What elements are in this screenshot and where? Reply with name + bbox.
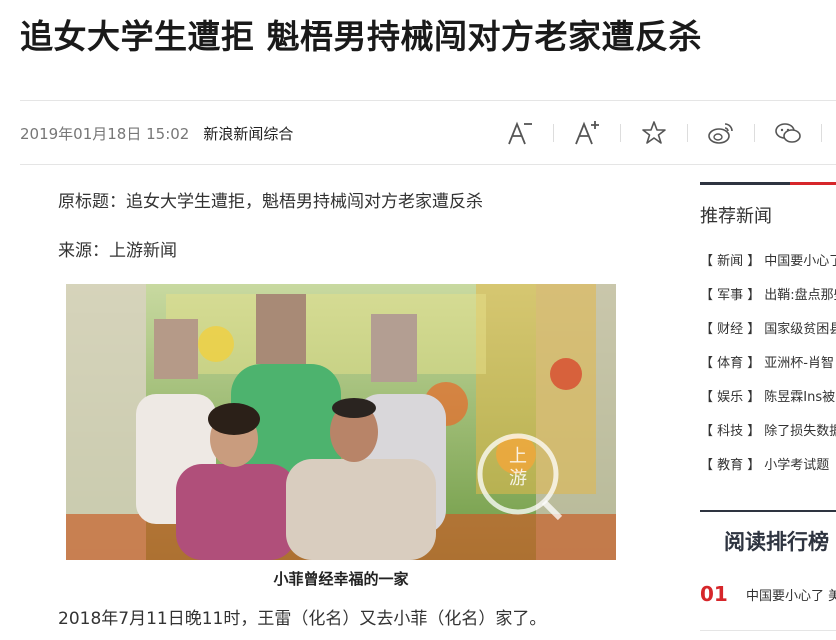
list-item[interactable]: 【 科技 】除了损失数据 (700, 412, 836, 446)
photo-watermark: 上 游 (498, 446, 538, 490)
font-increase-icon (575, 121, 599, 145)
category-tag[interactable]: 【 娱乐 】 (700, 386, 760, 405)
article-source[interactable]: 新浪新闻综合 (203, 123, 293, 144)
category-tag[interactable]: 【 新闻 】 (700, 250, 760, 269)
category-tag[interactable]: 【 教育 】 (700, 454, 760, 473)
font-decrease-icon (508, 121, 532, 145)
list-item[interactable]: 【 财经 】国家级贫困县 (700, 310, 836, 344)
list-item[interactable]: 【 教育 】小学考试题 (700, 446, 836, 480)
news-link[interactable]: 中国要小心了 (764, 250, 836, 269)
news-link[interactable]: 亚洲杯-肖智 (764, 352, 834, 371)
source-paragraph: 来源：上游新闻 (58, 241, 177, 261)
recommended-news-title: 推荐新闻 (700, 206, 772, 227)
article-headline: 追女大学生遭拒 魁梧男持械闯对方老家遭反杀 (20, 17, 702, 56)
news-link[interactable]: 除了损失数据 (764, 420, 836, 439)
meta-divider (20, 164, 836, 165)
weibo-share-button[interactable] (688, 114, 754, 152)
photo-caption: 小菲曾经幸福的一家 (273, 570, 409, 588)
weibo-icon (708, 123, 733, 144)
category-tag[interactable]: 【 科技 】 (700, 420, 760, 439)
news-link[interactable]: 小学考试题 (764, 454, 829, 473)
family-photo-image (66, 284, 616, 560)
star-icon (642, 121, 666, 144)
watermark-line-2: 游 (509, 468, 527, 489)
list-item[interactable]: 【 新闻 】中国要小心了 (700, 242, 836, 276)
wechat-icon (775, 123, 801, 143)
ranking-title: 阅读排行榜 (724, 530, 829, 554)
list-item[interactable]: 【 娱乐 】陈昱霖Ins被 (700, 378, 836, 412)
ranking-top-line (700, 510, 836, 512)
ranking-link[interactable]: 中国要小心了 美 (746, 585, 836, 604)
ranking-item[interactable]: 01 中国要小心了 美 (700, 582, 836, 606)
publish-date: 2019年01月18日 15:02 (20, 124, 190, 143)
news-link[interactable]: 出鞘:盘点那些 (764, 284, 836, 303)
more-share-button[interactable] (822, 114, 836, 152)
category-tag[interactable]: 【 军事 】 (700, 284, 760, 303)
article-meta-bar: 2019年01月18日 15:02 新浪新闻综合 (20, 114, 836, 152)
news-link[interactable]: 国家级贫困县 (764, 318, 836, 337)
font-decrease-button[interactable] (487, 114, 553, 152)
article-toolbar (487, 114, 836, 152)
panel-top-bar (700, 182, 836, 185)
favorite-button[interactable] (621, 114, 687, 152)
category-tag[interactable]: 【 体育 】 (700, 352, 760, 371)
rank-number: 01 (700, 582, 728, 606)
original-title-paragraph: 原标题：追女大学生遭拒，魁梧男持械闯对方老家遭反杀 (58, 192, 483, 212)
list-item[interactable]: 【 体育 】亚洲杯-肖智 (700, 344, 836, 378)
family-photo: 上 游 (66, 284, 616, 560)
news-link[interactable]: 陈昱霖Ins被 (764, 386, 835, 405)
body-paragraph-1: 2018年7月11日晚11时，王雷（化名）又去小菲（化名）家了。 (58, 609, 547, 629)
watermark-line-1: 上 (509, 446, 527, 467)
category-tag[interactable]: 【 财经 】 (700, 318, 760, 337)
font-increase-button[interactable] (554, 114, 620, 152)
wechat-share-button[interactable] (755, 114, 821, 152)
ranking-divider (700, 630, 836, 631)
list-item[interactable]: 【 军事 】出鞘:盘点那些 (700, 276, 836, 310)
top-divider (20, 100, 836, 101)
recommended-news-list: 【 新闻 】中国要小心了 【 军事 】出鞘:盘点那些 【 财经 】国家级贫困县 … (700, 242, 836, 480)
